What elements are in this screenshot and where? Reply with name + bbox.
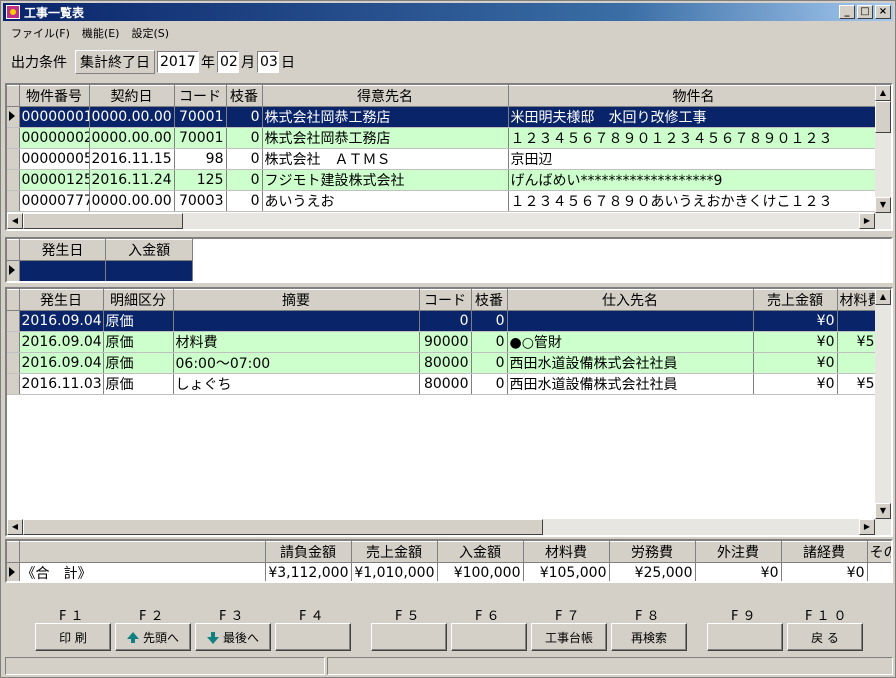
table-row[interactable]: 2016.09.04 原価 材料費 90000 0 ●○管財 ¥0 ¥5: [7, 331, 878, 353]
totals-header: 請負金額 売上金額 入金額 材料費 労務費 外注費 諸経費 その他: [7, 541, 891, 563]
col-detail-type[interactable]: 明細区分: [103, 289, 174, 311]
totals-grid: 請負金額 売上金額 入金額 材料費 労務費 外注費 諸経費 その他 《合 計》 …: [5, 539, 893, 583]
scroll-up-icon[interactable]: ▲: [875, 289, 891, 305]
minimize-button[interactable]: _: [839, 5, 855, 19]
project-vscroll[interactable]: ▲ ▼: [875, 85, 891, 213]
totals-label: 《合 計》: [19, 562, 266, 581]
condition-type: 集計終了日: [75, 50, 155, 74]
row-indicator-icon: [9, 265, 15, 275]
col-payment-date[interactable]: 発生日: [19, 239, 107, 261]
col-sales-amount: 売上金額: [351, 541, 438, 563]
detail-header: 発生日 明細区分 摘要 コード 枝番 仕入先名 売上金額 材料費: [7, 289, 878, 311]
scroll-down-icon[interactable]: ▼: [875, 503, 891, 519]
maximize-button[interactable]: □: [857, 5, 873, 19]
scroll-thumb[interactable]: [23, 213, 183, 229]
col-summary[interactable]: 摘要: [173, 289, 420, 311]
scroll-thumb[interactable]: [875, 101, 891, 133]
menu-function[interactable]: 機能(E): [76, 23, 126, 41]
payment-header: 発生日 入金額: [7, 239, 193, 261]
totals-row: 《合 計》 ¥3,112,000 ¥1,010,000 ¥100,000 ¥10…: [7, 562, 891, 581]
month-unit: 月: [241, 55, 255, 71]
day-unit: 日: [281, 55, 295, 71]
detail-hscroll[interactable]: ◀ ▶: [7, 519, 891, 535]
row-indicator-icon: [9, 111, 15, 121]
arrow-up-icon: [126, 631, 139, 643]
year-input[interactable]: 2017: [157, 51, 199, 73]
col-branch[interactable]: 枝番: [471, 289, 508, 311]
col-sales-amount[interactable]: 売上金額: [753, 289, 838, 311]
scroll-right-icon[interactable]: ▶: [859, 519, 875, 535]
day-input[interactable]: 03: [257, 51, 279, 73]
col-material-cost[interactable]: 材料費: [837, 289, 878, 311]
payment-grid: 発生日 入金額: [5, 237, 893, 283]
scroll-left-icon[interactable]: ◀: [7, 213, 23, 229]
col-other: その他: [867, 541, 891, 563]
col-project-no[interactable]: 物件番号: [19, 85, 90, 107]
output-condition: 出力条件 集計終了日 2017 年 02 月 03 日: [11, 50, 297, 74]
table-row[interactable]: 00000001 0000.00.00 70001 0 株式会社岡恭工務店 米田明夫様邸 …: [7, 106, 880, 128]
row-indicator-icon: [9, 567, 15, 577]
window-title: 工事一覧表: [24, 5, 85, 20]
table-row[interactable]: [7, 260, 193, 281]
col-labor-cost: 労務費: [609, 541, 696, 563]
table-row[interactable]: 00000005 2016.11.15 98 0 株式会社 ＡＴＭＳ 京田辺: [7, 148, 880, 170]
table-row[interactable]: 2016.09.04 原価 0 0 ¥0: [7, 310, 878, 332]
col-outsource-cost: 外注費: [695, 541, 782, 563]
detail-grid: 発生日 明細区分 摘要 コード 枝番 仕入先名 売上金額 材料費 2016.09…: [5, 287, 893, 537]
col-payment-amount[interactable]: 入金額: [105, 239, 193, 261]
last-button[interactable]: 最後へ: [195, 623, 271, 651]
col-supplier[interactable]: 仕入先名: [507, 289, 754, 311]
app-icon: [6, 5, 20, 19]
col-code[interactable]: コード: [174, 85, 227, 107]
menu-bar: ファイル(F) 機能(E) 設定(S): [5, 23, 175, 41]
title-bar[interactable]: 工事一覧表 _ □ ×: [3, 3, 893, 21]
print-button[interactable]: 印 刷: [35, 623, 111, 651]
scroll-right-icon[interactable]: ▶: [859, 213, 875, 229]
col-branch[interactable]: 枝番: [226, 85, 263, 107]
main-window: 工事一覧表 _ □ × ファイル(F) 機能(E) 設定(S) 出力条件 集計終…: [0, 0, 896, 678]
col-occur-date[interactable]: 発生日: [19, 289, 104, 311]
col-contract-amount: 請負金額: [265, 541, 352, 563]
scroll-down-icon[interactable]: ▼: [875, 197, 891, 213]
status-pane-left: [5, 657, 325, 675]
table-row[interactable]: 00000002 0000.00.00 70001 0 株式会社岡恭工務店 １２３４５６７…: [7, 127, 880, 149]
col-expenses: 諸経費: [781, 541, 868, 563]
table-row[interactable]: 00000777 0000.00.00 70003 0 あいうえお １２３４５６７８９０あ…: [7, 190, 880, 212]
col-customer[interactable]: 得意先名: [262, 85, 509, 107]
col-code[interactable]: コード: [419, 289, 472, 311]
month-input[interactable]: 02: [217, 51, 239, 73]
project-header: 物件番号 契約日 コード 枝番 得意先名 物件名: [7, 85, 880, 107]
scroll-thumb[interactable]: [23, 519, 543, 535]
condition-label: 出力条件: [11, 55, 67, 71]
detail-vscroll[interactable]: ▲ ▼: [875, 289, 891, 519]
scroll-left-icon[interactable]: ◀: [7, 519, 23, 535]
f6-button[interactable]: [451, 623, 527, 651]
f4-button[interactable]: [275, 623, 351, 651]
f9-button[interactable]: [707, 623, 783, 651]
project-grid: 物件番号 契約日 コード 枝番 得意先名 物件名 00000001 0000.00…: [5, 83, 893, 231]
col-material-cost: 材料費: [523, 541, 610, 563]
menu-file[interactable]: ファイル(F): [5, 23, 76, 41]
table-row[interactable]: 00000125 2016.11.24 125 0 フジモト建設株式会社 げんばめい***…: [7, 169, 880, 191]
f5-button[interactable]: [371, 623, 447, 651]
col-project-name[interactable]: 物件名: [508, 85, 880, 107]
menu-settings[interactable]: 設定(S): [125, 23, 175, 41]
table-row[interactable]: 2016.11.03 原価 しょぐち 80000 0 西田水道設備株式会社社員 ¥0 ¥5: [7, 373, 878, 395]
col-contract-date[interactable]: 契約日: [89, 85, 175, 107]
scroll-up-icon[interactable]: ▲: [875, 85, 891, 101]
back-button[interactable]: 戻 る: [787, 623, 863, 651]
status-pane-right: [327, 657, 893, 675]
research-button[interactable]: 再検索: [611, 623, 687, 651]
first-button[interactable]: 先頭へ: [115, 623, 191, 651]
close-button[interactable]: ×: [875, 5, 891, 19]
year-unit: 年: [201, 55, 215, 71]
arrow-down-icon: [206, 631, 219, 644]
ledger-button[interactable]: 工事台帳: [531, 623, 607, 651]
col-payment-amount: 入金額: [437, 541, 524, 563]
project-hscroll[interactable]: ◀ ▶: [7, 213, 891, 229]
table-row[interactable]: 2016.09.04 原価 06:00～07:00 80000 0 西田水道設備株式会社社…: [7, 352, 878, 374]
